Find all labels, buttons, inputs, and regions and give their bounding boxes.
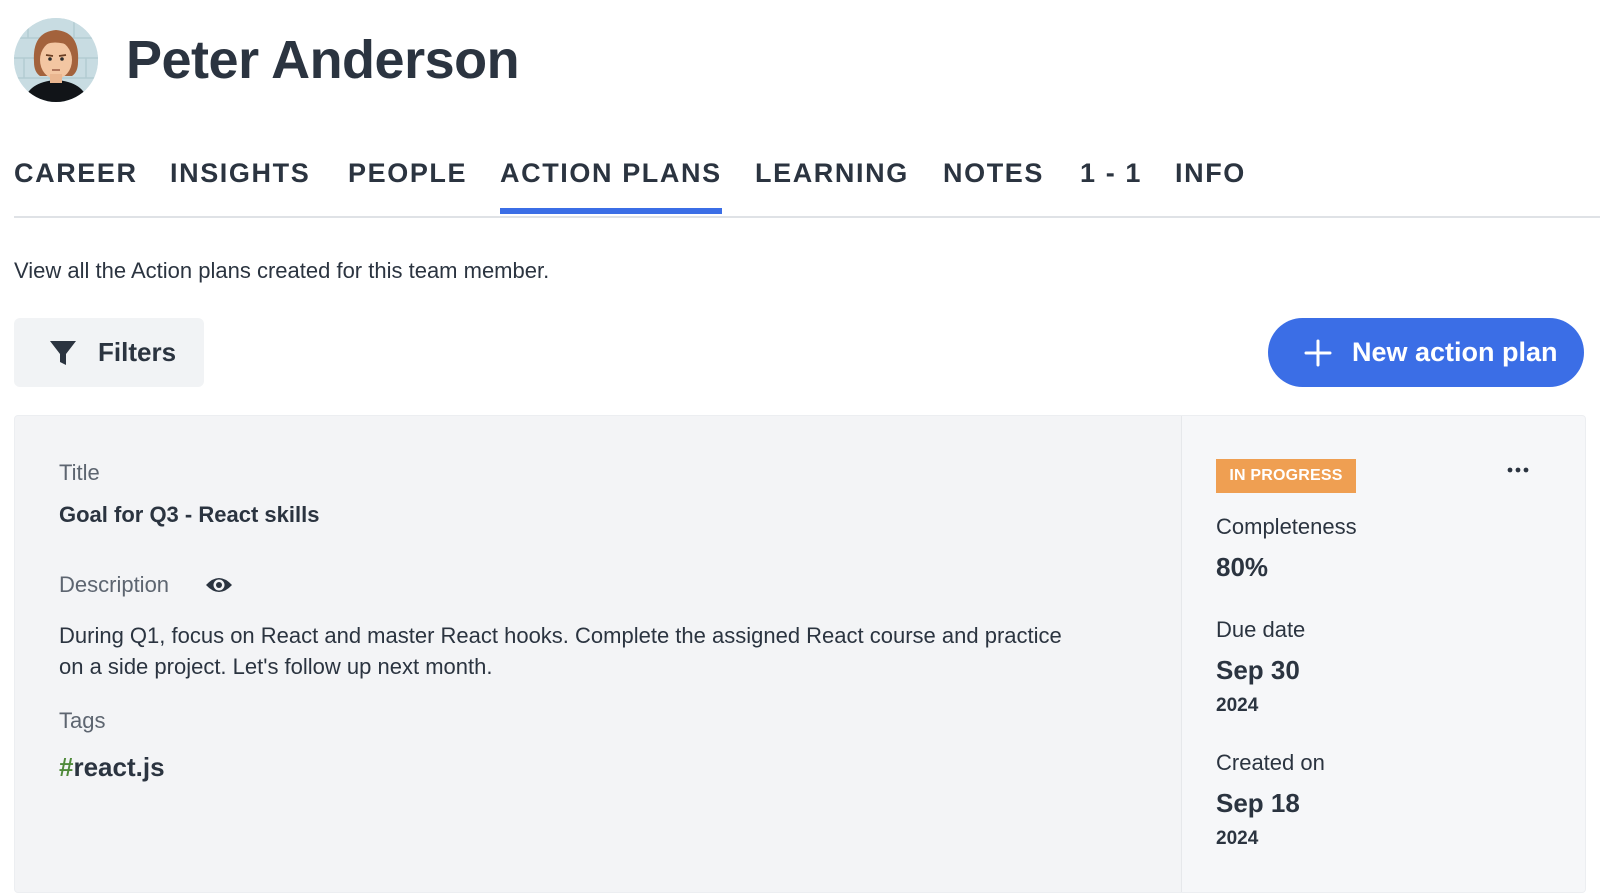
- tab-one-on-one[interactable]: 1 - 1: [1080, 158, 1142, 214]
- tab-career[interactable]: CAREER: [14, 158, 138, 214]
- tab-info[interactable]: INFO: [1175, 158, 1246, 214]
- plus-icon: [1304, 339, 1332, 367]
- filters-button[interactable]: Filters: [14, 318, 204, 387]
- tab-learning[interactable]: LEARNING: [755, 158, 909, 214]
- title-label: Title: [59, 460, 100, 485]
- created-on-year: 2024: [1216, 828, 1259, 849]
- due-date-year: 2024: [1216, 695, 1259, 716]
- created-on-value: Sep 18: [1216, 788, 1300, 818]
- eye-icon[interactable]: [205, 574, 233, 596]
- plan-title: Goal for Q3 - React skills: [59, 502, 320, 527]
- created-on-label: Created on: [1216, 750, 1325, 775]
- more-options-icon[interactable]: [1506, 464, 1530, 476]
- action-plan-details: Title Goal for Q3 - React skills Descrip…: [15, 416, 1180, 892]
- due-date-value: Sep 30: [1216, 655, 1300, 685]
- avatar: [14, 18, 98, 102]
- person-avatar-icon: [14, 18, 98, 102]
- tag-name: react.js: [73, 752, 165, 782]
- status-badge: IN PROGRESS: [1216, 459, 1356, 493]
- new-action-plan-button[interactable]: New action plan: [1268, 318, 1584, 387]
- tag-item[interactable]: #react.js: [59, 752, 165, 783]
- page-title: Peter Anderson: [126, 30, 520, 90]
- completeness-label: Completeness: [1216, 514, 1357, 539]
- plan-description: During Q1, focus on React and master Rea…: [59, 623, 1062, 679]
- filter-funnel-icon: [48, 338, 78, 368]
- due-date-label: Due date: [1216, 617, 1306, 642]
- profile-header: Peter Anderson: [14, 18, 520, 102]
- tab-insights[interactable]: INSIGHTS: [170, 158, 310, 214]
- tab-action-plans[interactable]: ACTION PLANS: [500, 158, 722, 214]
- tab-people[interactable]: PEOPLE: [348, 158, 467, 214]
- intro-text: View all the Action plans created for th…: [14, 258, 550, 283]
- filters-label: Filters: [98, 337, 177, 367]
- description-label: Description: [59, 572, 170, 597]
- tags-label: Tags: [59, 708, 106, 733]
- tab-bar: CAREER INSIGHTS PEOPLE ACTION PLANS LEAR…: [14, 148, 1600, 218]
- tag-hash: #: [59, 752, 74, 782]
- new-action-plan-label: New action plan: [1352, 337, 1558, 367]
- completeness-value: 80%: [1216, 552, 1269, 582]
- tab-notes[interactable]: NOTES: [943, 158, 1044, 214]
